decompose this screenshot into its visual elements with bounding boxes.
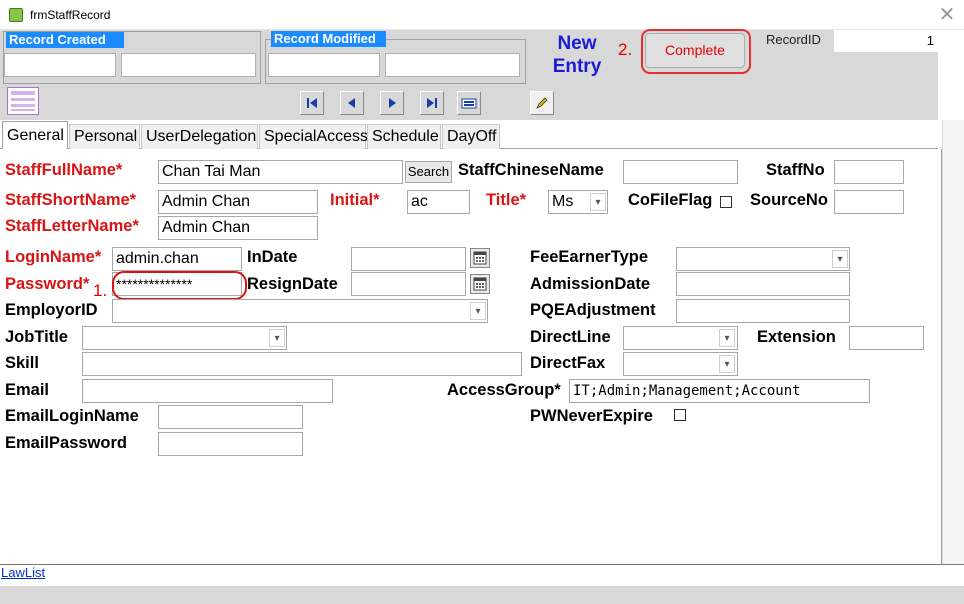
access-group-label: AccessGroup* <box>447 381 561 399</box>
close-button[interactable]: ✕ <box>936 4 958 26</box>
calendar-icon[interactable] <box>470 274 490 294</box>
skill-label: Skill <box>5 354 39 372</box>
chevron-down-icon[interactable]: ▾ <box>269 329 285 347</box>
title-bar <box>0 0 964 30</box>
next-record-icon[interactable] <box>380 91 404 115</box>
staff-chinese-name-input[interactable] <box>623 160 738 184</box>
source-no-label: SourceNo <box>750 191 828 209</box>
pqe-adjustment-label: PQEAdjustment <box>530 301 656 319</box>
record-id-field[interactable]: 1 <box>834 30 938 52</box>
complete-button[interactable]: Complete <box>645 33 745 68</box>
resign-date-label: ResignDate <box>247 275 338 293</box>
pw-never-expire-checkbox[interactable] <box>674 409 686 421</box>
tab-user-delegation[interactable]: UserDelegation <box>141 124 258 150</box>
chevron-down-icon[interactable]: ▾ <box>832 250 848 268</box>
calendar-icon[interactable] <box>470 248 490 268</box>
fee-earner-type-select[interactable] <box>676 247 850 271</box>
annotation-2: 2. <box>618 40 633 59</box>
resign-date-input[interactable] <box>351 272 466 296</box>
window-title: frmStaffRecord <box>30 8 111 22</box>
last-record-icon[interactable] <box>420 91 444 115</box>
email-password-label: EmailPassword <box>5 434 127 452</box>
initial-label: Initial* <box>330 191 380 209</box>
source-no-input[interactable] <box>834 190 904 214</box>
initial-input[interactable]: ac <box>407 190 470 214</box>
in-date-input[interactable] <box>351 247 466 271</box>
email-password-input[interactable] <box>158 432 303 456</box>
chevron-down-icon[interactable]: ▾ <box>719 329 735 347</box>
direct-line-label: DirectLine <box>530 328 611 346</box>
tab-dayoff[interactable]: DayOff <box>442 124 500 150</box>
in-date-label: InDate <box>247 248 298 266</box>
record-modified-field-1[interactable] <box>268 53 380 77</box>
edit-pencil-icon[interactable] <box>530 91 554 115</box>
staff-short-name-input[interactable]: Admin Chan <box>158 190 318 214</box>
annotation-1: 1. <box>93 281 108 300</box>
footer-bar <box>0 564 964 586</box>
job-title-select[interactable] <box>82 326 287 350</box>
previous-record-icon[interactable] <box>340 91 364 115</box>
extension-input[interactable] <box>849 326 924 350</box>
co-file-flag-checkbox[interactable] <box>720 196 732 208</box>
fee-earner-type-label: FeeEarnerType <box>530 248 648 266</box>
form-icon[interactable] <box>7 87 39 115</box>
tab-schedule[interactable]: Schedule <box>367 124 441 150</box>
chevron-down-icon[interactable]: ▾ <box>470 302 486 320</box>
staff-letter-name-input[interactable]: Admin Chan <box>158 216 318 240</box>
record-modified-title: Record Modified <box>271 31 386 47</box>
new-entry-line-1: New <box>557 33 597 54</box>
access-group-input[interactable]: IT;Admin;Management;Account <box>569 379 870 403</box>
record-id-label: RecordID <box>766 32 821 47</box>
skill-input[interactable] <box>82 352 522 376</box>
tab-personal[interactable]: Personal <box>69 124 140 150</box>
staff-letter-name-label: StaffLetterName* <box>5 217 139 235</box>
record-created-field-1[interactable] <box>4 53 116 77</box>
direct-fax-label: DirectFax <box>530 354 606 372</box>
first-record-icon[interactable] <box>300 91 324 115</box>
new-record-icon[interactable] <box>457 91 481 115</box>
record-modified-field-2[interactable] <box>385 53 520 77</box>
login-name-label: LoginName* <box>5 248 102 266</box>
co-file-flag-label: CoFileFlag <box>628 191 713 209</box>
chevron-down-icon[interactable]: ▾ <box>719 355 735 373</box>
email-login-name-input[interactable] <box>158 405 303 429</box>
extension-label: Extension <box>757 328 836 346</box>
staff-no-label: StaffNo <box>766 161 825 179</box>
email-label: Email <box>5 381 50 399</box>
new-entry-label: New Entry <box>542 32 612 78</box>
new-entry-line-2: Entry <box>552 56 602 77</box>
app-icon <box>9 8 23 22</box>
search-button[interactable]: Search <box>405 161 452 183</box>
record-created-field-2[interactable] <box>121 53 256 77</box>
title-label: Title* <box>486 191 527 209</box>
email-login-name-label: EmailLoginName <box>5 407 139 425</box>
password-label: Password* <box>5 275 90 293</box>
lawlist-link[interactable]: LawList <box>1 565 45 580</box>
employor-id-label: EmployorID <box>5 301 98 319</box>
staff-no-input[interactable] <box>834 160 904 184</box>
email-input[interactable] <box>82 379 333 403</box>
staff-full-name-input[interactable]: Chan Tai Man <box>158 160 403 184</box>
chevron-down-icon[interactable]: ▾ <box>590 193 606 211</box>
pw-never-expire-label: PWNeverExpire <box>530 407 653 425</box>
admission-date-label: AdmissionDate <box>530 275 651 293</box>
staff-chinese-name-label: StaffChineseName <box>458 161 604 179</box>
tab-special-access[interactable]: SpecialAccess <box>259 124 368 150</box>
employor-id-select[interactable] <box>112 299 488 323</box>
password-highlight-ring <box>112 271 247 300</box>
staff-short-name-label: StaffShortName* <box>5 191 137 209</box>
login-name-input[interactable]: admin.chan <box>112 247 242 271</box>
job-title-label: JobTitle <box>5 328 68 346</box>
pqe-adjustment-input[interactable] <box>676 299 850 323</box>
tab-general[interactable]: General <box>2 121 68 151</box>
vertical-scrollbar[interactable] <box>942 120 964 564</box>
staff-full-name-label: StaffFullName* <box>5 161 123 179</box>
status-bar <box>0 586 964 604</box>
record-created-title: Record Created <box>6 32 124 48</box>
admission-date-input[interactable] <box>676 272 850 296</box>
